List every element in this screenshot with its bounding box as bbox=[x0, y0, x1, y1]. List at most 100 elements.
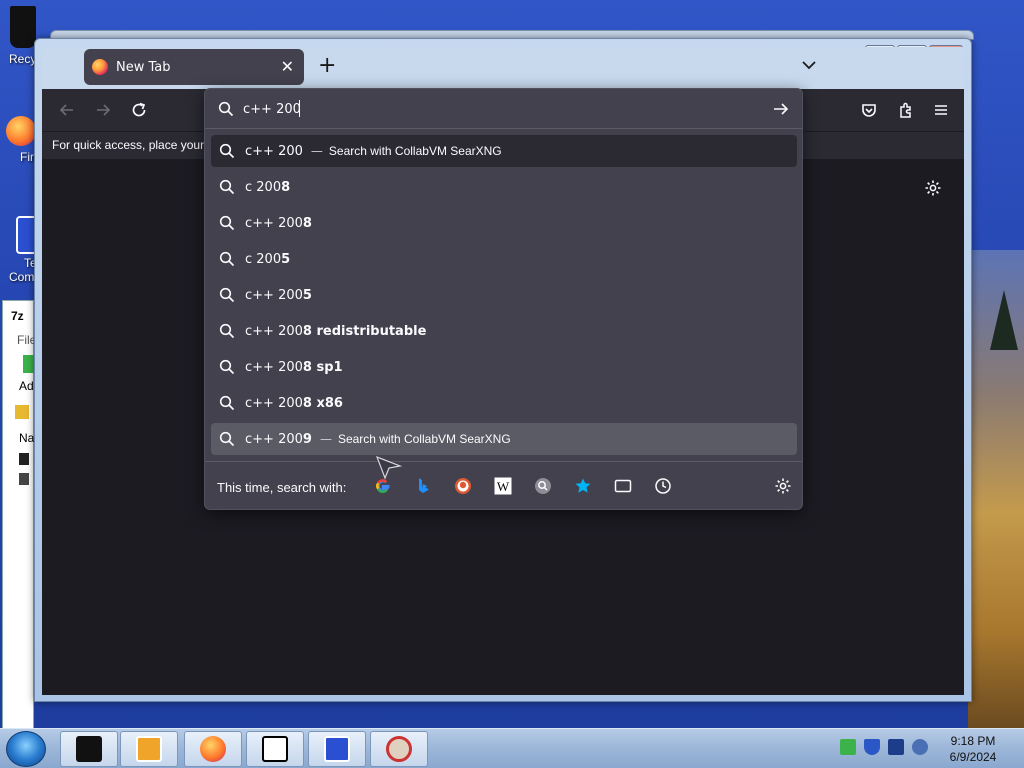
volume-icon[interactable] bbox=[912, 739, 928, 755]
monitor-icon[interactable] bbox=[888, 739, 904, 755]
urlbar-result-row[interactable]: c++ 200 8 sp1 bbox=[211, 351, 797, 383]
arrow-right-icon bbox=[774, 103, 789, 115]
wikipedia-icon: W bbox=[494, 477, 512, 495]
result-action: Search with CollabVM SearXNG bbox=[328, 144, 502, 158]
urlbar-result-row[interactable]: c++ 200 8 bbox=[211, 207, 797, 239]
puzzle-icon bbox=[900, 102, 911, 118]
7zip-column-name[interactable]: Na bbox=[19, 431, 34, 445]
result-text: c++ 200 bbox=[245, 215, 303, 231]
bing-icon bbox=[419, 478, 429, 493]
duckduckgo-icon bbox=[455, 478, 471, 494]
result-suggestion-completion: 8 bbox=[302, 215, 312, 231]
search-history-button[interactable] bbox=[653, 476, 673, 496]
engine-duckduckgo-button[interactable] bbox=[453, 476, 473, 496]
floppy-icon bbox=[324, 736, 350, 762]
new-tab-settings-button[interactable] bbox=[924, 179, 942, 197]
gear-icon bbox=[925, 180, 941, 196]
clock-time: 9:18 PM bbox=[950, 734, 996, 748]
one-off-search-row: This time, search with: W bbox=[205, 461, 802, 509]
reload-icon bbox=[132, 102, 146, 117]
engine-searxng-button[interactable] bbox=[533, 476, 553, 496]
result-text: c++ 200 bbox=[245, 143, 303, 159]
result-text: c++ 200 bbox=[245, 323, 303, 339]
go-button[interactable] bbox=[772, 100, 790, 118]
hamburger-menu-icon bbox=[935, 105, 947, 115]
media-player-icon bbox=[136, 736, 162, 762]
urlbar-result-row[interactable]: c++ 200 8 x86 bbox=[211, 387, 797, 419]
urlbar-result-row[interactable]: c++ 200 9 — Search with CollabVM SearXNG bbox=[211, 423, 797, 455]
file-icon bbox=[19, 473, 29, 485]
7zip-title: 7z bbox=[11, 309, 24, 323]
firefox-icon bbox=[92, 59, 108, 75]
7zip-window[interactable]: 7z File Ad Na bbox=[2, 300, 36, 730]
pocket-icon bbox=[862, 104, 876, 117]
search-icon bbox=[219, 395, 235, 411]
result-suggestion-completion: 8 bbox=[281, 179, 291, 195]
urlbar-result-row[interactable]: c 200 8 bbox=[211, 171, 797, 203]
svg-text:W: W bbox=[497, 479, 510, 494]
folder-up-icon[interactable] bbox=[15, 405, 29, 419]
urlbar-input-row bbox=[205, 89, 802, 129]
search-icon bbox=[219, 431, 235, 447]
taskbar-app-blocked[interactable] bbox=[370, 731, 428, 767]
tab-close-icon[interactable]: ✕ bbox=[281, 57, 294, 76]
history-icon bbox=[655, 478, 671, 494]
list-all-tabs-button[interactable] bbox=[802, 60, 816, 72]
urlbar-result-row[interactable]: c++ 200 8 redistributable bbox=[211, 315, 797, 347]
taskbar-app-text-commander[interactable] bbox=[308, 731, 366, 767]
tab-new-tab[interactable]: New Tab ✕ bbox=[84, 49, 304, 85]
taskbar-app-terminal[interactable] bbox=[60, 731, 118, 767]
engine-wikipedia-button[interactable]: W bbox=[493, 476, 513, 496]
search-settings-button[interactable] bbox=[773, 476, 793, 496]
chevron-down-icon bbox=[802, 61, 816, 70]
taskbar-clock[interactable]: 9:18 PM 6/9/2024 bbox=[930, 733, 1016, 765]
no-entry-icon bbox=[386, 736, 412, 762]
urlbar-result-row[interactable]: c++ 200 — Search with CollabVM SearXNG bbox=[211, 135, 797, 167]
search-tabs-button[interactable] bbox=[613, 476, 633, 496]
file-icon bbox=[19, 453, 29, 465]
system-tray bbox=[840, 739, 928, 755]
taskbar-app-7zip[interactable] bbox=[246, 731, 304, 767]
reload-button[interactable] bbox=[130, 101, 148, 119]
result-suggestion-completion: 5 bbox=[302, 287, 312, 303]
shield-icon[interactable] bbox=[864, 739, 880, 755]
tabs-icon bbox=[614, 479, 632, 493]
pocket-button[interactable] bbox=[860, 101, 878, 119]
engine-bing-button[interactable] bbox=[413, 476, 433, 496]
extensions-button[interactable] bbox=[897, 101, 915, 119]
gear-icon bbox=[775, 478, 791, 494]
result-text: c++ 200 bbox=[245, 395, 303, 411]
result-suggestion-completion: 8 redistributable bbox=[302, 323, 427, 339]
taskbar-app-media-player[interactable] bbox=[120, 731, 178, 767]
forward-button[interactable] bbox=[94, 101, 112, 119]
search-icon bbox=[219, 323, 235, 339]
terminal-icon bbox=[76, 736, 102, 762]
result-text: c 200 bbox=[245, 179, 282, 195]
taskbar: 9:18 PM 6/9/2024 bbox=[0, 728, 1024, 768]
result-separator: — bbox=[319, 432, 332, 446]
new-tab-button[interactable]: + bbox=[318, 55, 336, 77]
result-text: c++ 200 bbox=[245, 431, 303, 447]
result-text: c++ 200 bbox=[245, 359, 303, 375]
7zip-icon bbox=[262, 736, 288, 762]
urlbar-popup: c++ 200 — Search with CollabVM SearXNG c 20… bbox=[204, 88, 803, 510]
download-icon[interactable] bbox=[840, 739, 856, 755]
search-icon bbox=[218, 101, 234, 117]
search-bookmarks-button[interactable] bbox=[573, 476, 593, 496]
clock-date: 6/9/2024 bbox=[949, 750, 997, 764]
app-menu-button[interactable] bbox=[932, 101, 950, 119]
urlbar-result-row[interactable]: c 200 5 bbox=[211, 243, 797, 275]
tab-title: New Tab bbox=[116, 59, 171, 75]
firefox-icon bbox=[6, 116, 36, 146]
result-suggestion-completion: 9 bbox=[302, 431, 312, 447]
start-button[interactable] bbox=[6, 731, 46, 767]
back-button[interactable] bbox=[58, 101, 76, 119]
search-icon bbox=[219, 215, 235, 231]
7zip-toolbar-add[interactable]: Ad bbox=[19, 379, 34, 393]
wallpaper-landscape bbox=[968, 250, 1024, 728]
urlbar-input[interactable] bbox=[243, 97, 763, 121]
result-suggestion-completion: 8 x86 bbox=[302, 395, 343, 411]
taskbar-app-firefox[interactable] bbox=[184, 731, 242, 767]
firefox-icon bbox=[200, 736, 226, 762]
urlbar-result-row[interactable]: c++ 200 5 bbox=[211, 279, 797, 311]
